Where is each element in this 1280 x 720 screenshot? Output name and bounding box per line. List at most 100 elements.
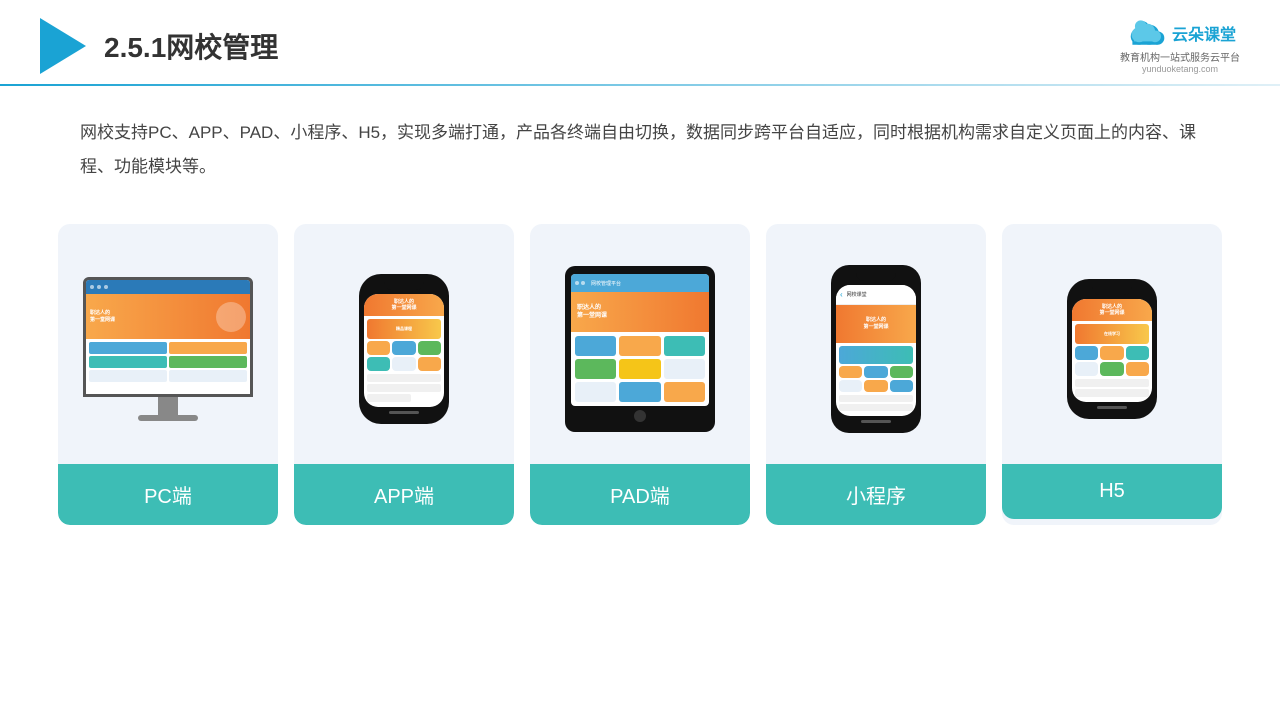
ps-banner: 精品课程 [367, 319, 441, 339]
phone-body: 职达人的第一堂网课 在线学习 [1067, 279, 1157, 419]
phone-notch [1092, 287, 1132, 295]
ps-icon [418, 341, 441, 355]
ps-icon [1075, 346, 1098, 360]
cloud-icon [1124, 19, 1166, 47]
wp-icon [890, 366, 913, 378]
screen-block [89, 356, 167, 368]
ts-block [575, 359, 616, 379]
ts-block [619, 359, 660, 379]
pad-label: PAD端 [530, 464, 750, 525]
tablet-screen: 网校管理平台 职达人的第一堂网课 [571, 274, 709, 406]
wp-icon [864, 366, 887, 378]
ts-dot [581, 281, 585, 285]
wp-icon [839, 380, 862, 392]
ps-header: 职达人的第一堂网课 [364, 294, 444, 316]
pc-card: 职达人的第一堂网课 [58, 224, 278, 525]
ps-icon [367, 341, 390, 355]
phone-home-bar [861, 420, 891, 423]
screen-hero: 职达人的第一堂网课 [86, 294, 250, 339]
ps-icon [1100, 346, 1123, 360]
brand-name: 云朵课堂 [1172, 21, 1236, 45]
screen-nav [86, 280, 250, 294]
phone-screen: 职达人的第一堂网课 在线学习 [1072, 299, 1152, 402]
ts-dot [575, 281, 579, 285]
brand-slogan: 教育机构一站式服务云平台 [1120, 49, 1240, 64]
ps-row [1075, 389, 1149, 397]
device-cards-container: 职达人的第一堂网课 [0, 204, 1280, 555]
page-title: 2.5.1网校管理 [104, 26, 278, 66]
monitor-base [138, 415, 198, 421]
app-card: 职达人的第一堂网课 精品课程 [294, 224, 514, 525]
ps-icon [392, 341, 415, 355]
nav-dot [90, 285, 94, 289]
phone-home-bar [1097, 406, 1127, 409]
ts-body [571, 332, 709, 406]
ps-row [367, 384, 441, 392]
tablet-body: 网校管理平台 职达人的第一堂网课 [565, 266, 715, 432]
ts-block [664, 359, 705, 379]
wechat-phone-mock: ‹ 网校课堂 职达人的第一堂网课 [831, 265, 921, 433]
phone-notch [384, 282, 424, 290]
screen-block [89, 342, 167, 354]
ps-icon [418, 357, 441, 371]
nav-dot [97, 285, 101, 289]
miniprogram-label: 小程序 [766, 464, 986, 525]
wp-icon [864, 380, 887, 392]
ts-hero: 职达人的第一堂网课 [571, 292, 709, 332]
app-phone-mock: 职达人的第一堂网课 精品课程 [359, 274, 449, 424]
phone-notch [856, 273, 896, 281]
h5-icon-grid [1075, 346, 1149, 376]
ps-icon [367, 357, 390, 371]
wp-header: ‹ 网校课堂 [836, 285, 916, 305]
header: 2.5.1网校管理 云朵课堂 教育机构一站式服务云平台 yunduoketang… [0, 0, 1280, 74]
phone-screen: ‹ 网校课堂 职达人的第一堂网课 [836, 285, 916, 416]
ps-row [1075, 379, 1149, 387]
nav-dot [104, 285, 108, 289]
ts-block [575, 336, 616, 356]
logo-icon [40, 18, 86, 74]
tablet-home-btn [634, 410, 646, 422]
h5-phone-mock: 职达人的第一堂网课 在线学习 [1067, 279, 1157, 419]
pad-image-area: 网校管理平台 职达人的第一堂网课 [530, 224, 750, 464]
monitor-stand [158, 397, 178, 415]
ps-row [367, 394, 411, 402]
miniprogram-card: ‹ 网校课堂 职达人的第一堂网课 [766, 224, 986, 525]
ps-row [367, 374, 441, 382]
ts-block [575, 382, 616, 402]
monitor-screen: 职达人的第一堂网课 [83, 277, 253, 397]
wp-body [836, 343, 916, 416]
miniprogram-image-area: ‹ 网校课堂 职达人的第一堂网课 [766, 224, 986, 464]
ps-icon [1075, 362, 1098, 376]
wp-icon [890, 380, 913, 392]
ts-block [619, 336, 660, 356]
brand-url: yunduoketang.com [1142, 64, 1218, 74]
description-text: 网校支持PC、APP、PAD、小程序、H5，实现多端打通，产品各终端自由切换，数… [0, 86, 1280, 204]
wp-icon-grid [839, 366, 913, 392]
pc-monitor: 职达人的第一堂网课 [83, 277, 253, 421]
ps-icon [1126, 362, 1149, 376]
ps-body: 精品课程 [364, 316, 444, 407]
wp-row [839, 404, 913, 411]
h5-label: H5 [1002, 464, 1222, 519]
h5-ps-body: 在线学习 [1072, 321, 1152, 402]
h5-image-area: 职达人的第一堂网课 在线学习 [1002, 224, 1222, 464]
brand-area: 云朵课堂 教育机构一站式服务云平台 yunduoketang.com [1120, 19, 1240, 74]
wp-hero: 职达人的第一堂网课 [836, 305, 916, 343]
app-image-area: 职达人的第一堂网课 精品课程 [294, 224, 514, 464]
pc-label: PC端 [58, 464, 278, 525]
h5-ps-header: 职达人的第一堂网课 [1072, 299, 1152, 321]
screen-block [169, 356, 247, 368]
app-label: APP端 [294, 464, 514, 525]
ps-icon-grid [367, 341, 441, 371]
brand-logo: 云朵课堂 [1124, 19, 1236, 47]
phone-body: 职达人的第一堂网课 精品课程 [359, 274, 449, 424]
ps-icon [1126, 346, 1149, 360]
pc-image-area: 职达人的第一堂网课 [58, 224, 278, 464]
wp-row [839, 395, 913, 402]
pad-card: 网校管理平台 职达人的第一堂网课 [530, 224, 750, 525]
screen-content: 职达人的第一堂网课 [86, 280, 250, 394]
screen-block [169, 342, 247, 354]
ps-icon [1100, 362, 1123, 376]
ts-header: 网校管理平台 [571, 274, 709, 292]
screen-block [89, 370, 167, 382]
